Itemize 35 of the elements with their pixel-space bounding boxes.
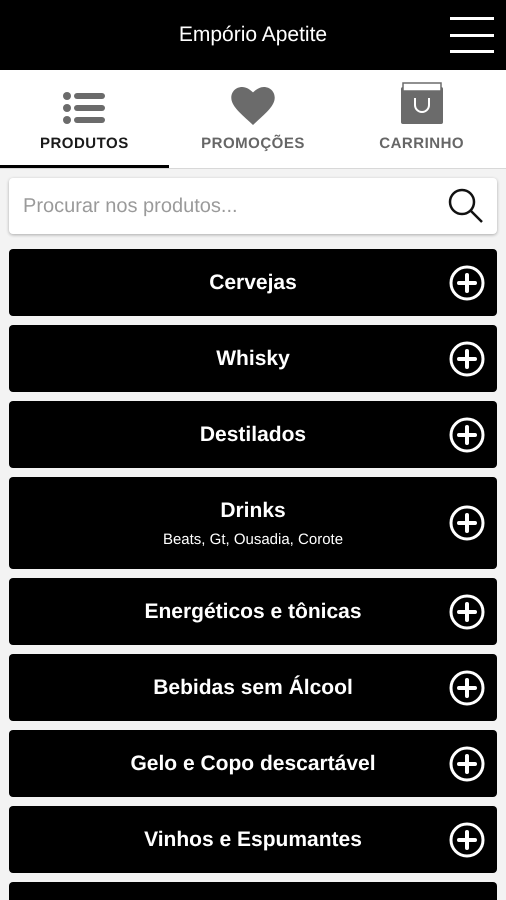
tab[interactable]: PRODUTOS (0, 70, 169, 168)
category-name: Destilados (200, 422, 306, 448)
tab[interactable]: CARRINHO (337, 70, 506, 168)
category-name: Drinks (220, 498, 286, 524)
category-card[interactable]: Vinhos e Espumantes (9, 806, 497, 873)
category-card[interactable]: Cervejas (9, 249, 497, 316)
category-name: Vinhos e Espumantes (144, 826, 362, 853)
category-card[interactable]: Gelo e Copo descartável (9, 730, 497, 797)
plus-circle-icon[interactable] (449, 340, 485, 376)
list-icon (62, 90, 106, 124)
category-card[interactable]: Whisky (9, 325, 497, 392)
plus-circle-icon[interactable] (449, 594, 485, 630)
tab[interactable]: PROMOÇÕES (168, 70, 338, 168)
plus-circle-icon[interactable] (449, 746, 485, 782)
shopping-bag-icon (400, 80, 444, 124)
category-name: Whisky (216, 346, 290, 372)
category-subtitle: Beats, Gt, Ousadia, Corote (162, 530, 344, 550)
plus-circle-icon[interactable] (449, 416, 485, 452)
category-name: Energéticos e tônicas (144, 598, 362, 625)
category-card[interactable]: Bebidas sem Álcool (9, 654, 497, 721)
category-card[interactable]: Destilados (9, 401, 497, 468)
category-name: Bebidas sem Álcool (153, 674, 353, 701)
plus-circle-icon[interactable] (449, 264, 485, 300)
menu-icon[interactable] (450, 17, 494, 53)
category-name: Gelo e Copo descartável (130, 750, 376, 777)
search-icon[interactable] (447, 187, 485, 225)
category-card[interactable]: Drinks Beats, Gt, Ousadia, Corote (9, 477, 497, 569)
category-card[interactable]: Energéticos e tônicas (9, 578, 497, 645)
search-field[interactable]: Procurar nos produtos... (9, 178, 497, 234)
heart-icon (231, 86, 275, 124)
plus-circle-icon[interactable] (449, 670, 485, 706)
app-title: Empório Apetite (178, 22, 328, 48)
category-name: Cervejas (209, 270, 297, 296)
plus-circle-icon[interactable] (449, 822, 485, 858)
plus-circle-icon[interactable] (449, 505, 485, 541)
